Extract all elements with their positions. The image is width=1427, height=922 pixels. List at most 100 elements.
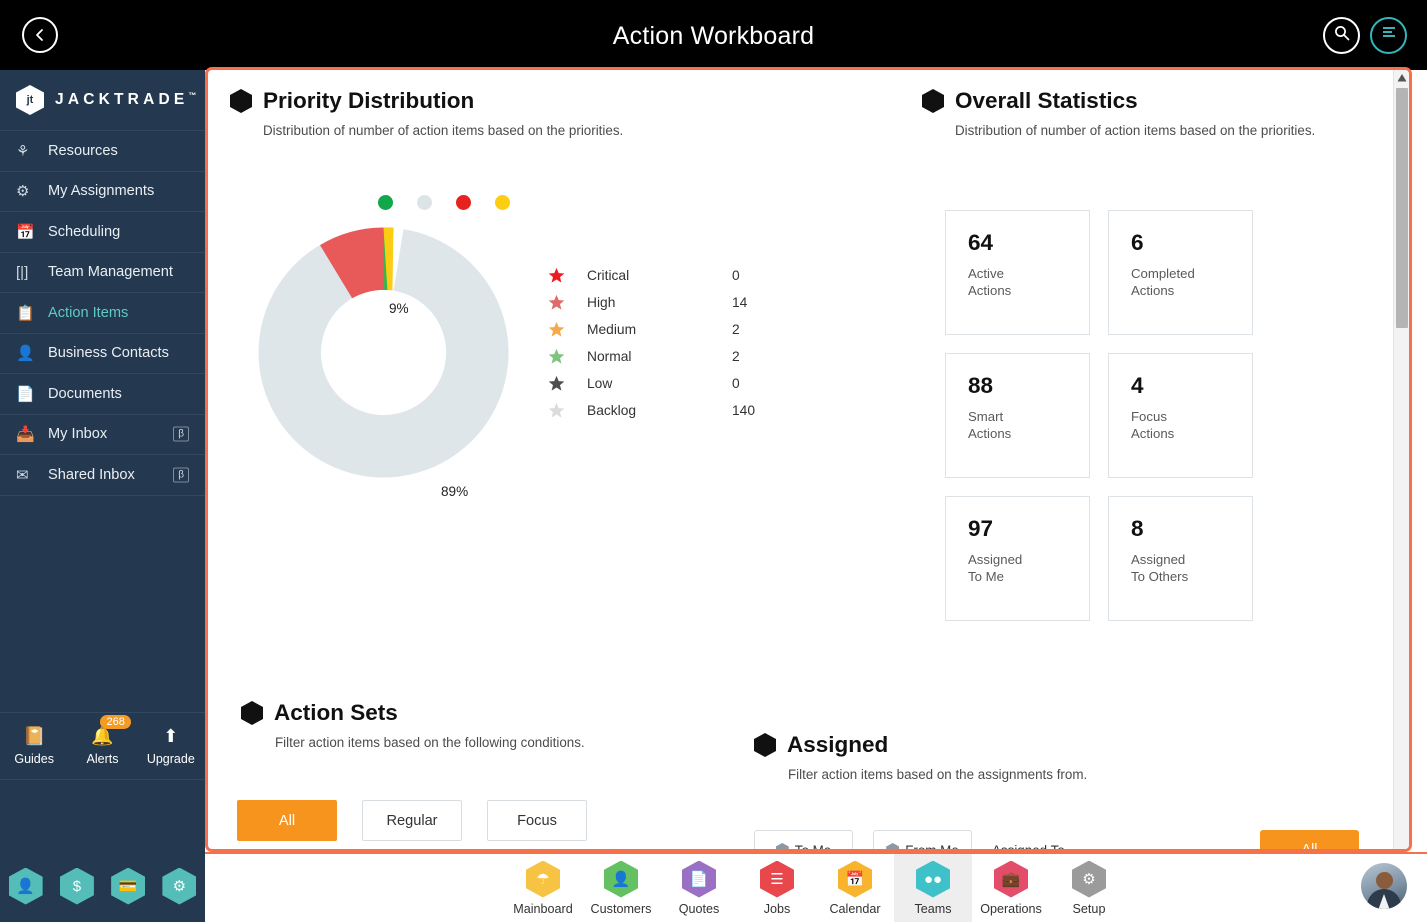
bottom-nav-jobs[interactable]: ☰ Jobs xyxy=(738,854,816,922)
workflow-hex-icon[interactable]: ⚙ xyxy=(162,867,197,905)
assigned-section: Assigned Filter action items based on th… xyxy=(754,732,1314,782)
payment-hex-icon[interactable]: 💳 xyxy=(111,867,146,905)
statistics-title: Overall Statistics xyxy=(955,88,1138,113)
legend-dot-normal[interactable] xyxy=(378,195,393,210)
person-hex-icon[interactable]: 👤 xyxy=(8,867,43,905)
stat-value: 88 xyxy=(968,373,994,398)
sidebar-item-action-items[interactable]: 📋 Action Items xyxy=(0,293,205,334)
sidebar-item-shared-inbox[interactable]: ✉ Shared Inbox β xyxy=(0,455,205,496)
hex-bullet-icon xyxy=(886,843,900,849)
alerts-label: Alerts xyxy=(86,752,119,766)
section-hex-icon xyxy=(922,89,944,113)
jobs-icon: ☰ xyxy=(760,860,794,898)
filter-button-regular[interactable]: Regular xyxy=(362,800,462,841)
sidebar: jt JACKTRADE™ ⚘ Resources ⚙ My Assignmen… xyxy=(0,70,205,852)
scrollbar-thumb[interactable] xyxy=(1396,88,1408,328)
header-actions xyxy=(1323,17,1407,54)
sidebar-item-my-assignments[interactable]: ⚙ My Assignments xyxy=(0,172,205,212)
mainboard-icon: ☂ xyxy=(526,860,560,898)
star-icon-low xyxy=(548,375,565,391)
upgrade-button[interactable]: ⬆ Upgrade xyxy=(142,726,200,766)
bottom-nav-label: Quotes xyxy=(678,901,720,916)
quotes-icon: 📄 xyxy=(682,860,716,898)
bottom-nav-quotes[interactable]: 📄 Quotes xyxy=(660,854,738,922)
sidebar-item-team-management[interactable]: [|] Team Management xyxy=(0,253,205,293)
brand-logo[interactable]: jt JACKTRADE™ xyxy=(0,70,205,131)
bottom-nav-customers[interactable]: 👤 Customers xyxy=(582,854,660,922)
assigned-button-label: To Me xyxy=(795,843,831,850)
legend-row[interactable]: High 14 xyxy=(548,289,755,316)
bottom-nav-label: Calendar xyxy=(829,901,881,916)
legend-row[interactable]: Low 0 xyxy=(548,370,755,397)
priority-subtitle: Distribution of number of action items b… xyxy=(263,123,624,138)
calendar-icon: 📅 xyxy=(16,223,35,241)
action-sets-filter-buttons: All Regular Focus xyxy=(237,800,587,841)
legend-dot-backlog[interactable] xyxy=(417,195,432,210)
beta-badge: β xyxy=(173,467,189,483)
stat-card-focus-actions[interactable]: 4 Focus Actions xyxy=(1108,353,1253,478)
mail-icon: ✉ xyxy=(16,466,29,484)
dollar-hex-icon[interactable]: $ xyxy=(59,867,94,905)
stat-value: 97 xyxy=(968,516,994,541)
legend-row[interactable]: Normal 2 xyxy=(548,343,755,370)
legend-dot-critical[interactable] xyxy=(456,195,471,210)
sidebar-item-business-contacts[interactable]: 👤 Business Contacts xyxy=(0,334,205,374)
legend-label: Low xyxy=(587,376,613,391)
assigned-to-text: Assigned To xyxy=(992,843,1065,850)
legend-value: 0 xyxy=(732,376,740,391)
legend-value: 140 xyxy=(732,403,756,418)
bottom-nav-label: Mainboard xyxy=(513,901,573,916)
priority-title: Priority Distribution xyxy=(263,88,475,113)
assigned-button-label: From Me xyxy=(905,843,959,850)
bottom-nav-mainboard[interactable]: ☂ Mainboard xyxy=(504,854,582,922)
bottom-nav-label: Customers xyxy=(590,901,652,916)
stat-card-assigned-to-me[interactable]: 97 Assigned To Me xyxy=(945,496,1090,621)
legend-row[interactable]: Medium 2 xyxy=(548,316,755,343)
stat-label: Assigned To Others xyxy=(1131,552,1189,584)
priority-donut-chart[interactable]: 9% 89% xyxy=(256,225,511,499)
assigned-button-all[interactable]: All xyxy=(1260,830,1359,849)
star-icon-normal xyxy=(548,348,565,364)
calendar-icon: 📅 xyxy=(838,860,872,898)
inbox-icon: 📥 xyxy=(16,426,35,444)
action-sets-section: Action Sets Filter action items based on… xyxy=(241,700,841,750)
stat-card-assigned-to-others[interactable]: 8 Assigned To Others xyxy=(1108,496,1253,621)
sidebar-item-label: Action Items xyxy=(48,304,129,321)
sidebar-item-scheduling[interactable]: 📅 Scheduling xyxy=(0,212,205,253)
stat-value: 64 xyxy=(968,230,994,255)
assigned-button-from-me[interactable]: From Me xyxy=(873,830,972,849)
document-icon: 📄 xyxy=(16,385,35,403)
sidebar-item-resources[interactable]: ⚘ Resources xyxy=(0,131,205,172)
search-button[interactable] xyxy=(1323,17,1360,54)
sidebar-item-label: Resources xyxy=(48,142,118,159)
sidebar-item-documents[interactable]: 📄 Documents xyxy=(0,374,205,415)
alerts-button[interactable]: 268 🔔 Alerts xyxy=(73,715,131,766)
legend-dot-medium[interactable] xyxy=(495,195,510,210)
stat-card-active-actions[interactable]: 64 Active Actions xyxy=(945,210,1090,335)
legend-row[interactable]: Backlog 140 xyxy=(548,397,755,424)
bottom-nav-setup[interactable]: ⚙ Setup xyxy=(1050,854,1128,922)
triangle-up-icon[interactable] xyxy=(1397,73,1407,83)
team-icon: [|] xyxy=(16,263,29,281)
bottom-nav-operations[interactable]: 💼 Operations xyxy=(972,854,1050,922)
bottom-nav-teams[interactable]: ●● Teams xyxy=(894,854,972,922)
menu-button[interactable] xyxy=(1370,17,1407,54)
user-avatar[interactable] xyxy=(1361,863,1407,909)
contact-card-icon: 👤 xyxy=(16,345,35,363)
stat-label: Assigned To Me xyxy=(968,552,1023,584)
bottom-nav-label: Teams xyxy=(914,901,952,916)
stat-label: Focus Actions xyxy=(1131,409,1175,441)
assigned-button-to-me[interactable]: To Me xyxy=(754,830,853,849)
stat-card-smart-actions[interactable]: 88 Smart Actions xyxy=(945,353,1090,478)
sidebar-item-my-inbox[interactable]: 📥 My Inbox β xyxy=(0,415,205,455)
statistics-cards: 64 Active Actions 6 Completed Actions 88… xyxy=(945,210,1253,621)
stat-label: Completed Actions xyxy=(1131,266,1195,298)
legend-row[interactable]: Critical 0 xyxy=(548,262,755,289)
guides-button[interactable]: 📔 Guides xyxy=(5,726,63,766)
bottom-nav-calendar[interactable]: 📅 Calendar xyxy=(816,854,894,922)
filter-button-focus[interactable]: Focus xyxy=(487,800,587,841)
stat-card-completed-actions[interactable]: 6 Completed Actions xyxy=(1108,210,1253,335)
vertical-scrollbar[interactable] xyxy=(1393,70,1409,849)
filter-button-all[interactable]: All xyxy=(237,800,337,841)
legend-value: 2 xyxy=(732,349,740,364)
